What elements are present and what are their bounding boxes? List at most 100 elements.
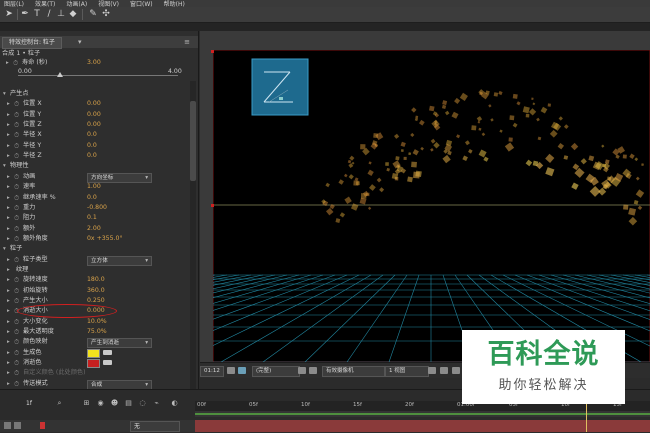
- stopwatch-icon[interactable]: ⏱: [14, 379, 19, 389]
- fast-preview-icon[interactable]: [440, 367, 448, 374]
- property-value[interactable]: 0.00: [87, 120, 101, 130]
- effect-row-subgroup[interactable]: ▸ 纹理: [0, 265, 193, 275]
- expand-arrow-icon[interactable]: ▸: [7, 99, 10, 109]
- effect-row-dropdown[interactable]: ▸ ⏱ 传送模式 合成 ▾: [0, 379, 193, 389]
- eraser-icon[interactable]: ◆: [68, 9, 78, 19]
- stopwatch-icon[interactable]: ⏱: [14, 296, 19, 306]
- effect-row-prop[interactable]: ▸ ⏱ 位置 X 0.00: [0, 99, 193, 109]
- expand-arrow-icon[interactable]: ▾: [3, 161, 6, 171]
- effect-row-prop[interactable]: ▸ ⏱ 最大透明度 75.0%: [0, 327, 193, 337]
- arrow-icon[interactable]: ➤: [4, 9, 14, 19]
- zoom-display[interactable]: 01:12: [200, 366, 224, 377]
- property-value[interactable]: 0.00: [87, 99, 101, 109]
- effect-row-prop[interactable]: ▸ ⏱ 位置 Z 0.00: [0, 120, 193, 130]
- expand-arrow-icon[interactable]: ▸: [7, 224, 10, 234]
- effect-row-dropdown[interactable]: ▸ ⏱ 动画 方向坐标 ▾: [0, 172, 193, 183]
- color-swatch[interactable]: [87, 348, 100, 358]
- effect-row-group[interactable]: ▾ 产生点: [0, 89, 193, 99]
- expand-arrow-icon[interactable]: ▸: [7, 358, 10, 368]
- effect-row-prop[interactable]: ▸ ⏱ 速率 1.00: [0, 182, 193, 192]
- property-value[interactable]: 0.00: [87, 110, 101, 120]
- expand-arrow-icon[interactable]: ▸: [7, 182, 10, 192]
- effect-row-dim[interactable]: ▸ ⏱ 自定义颜色 (此处颜色): [0, 368, 193, 378]
- composition-canvas[interactable]: [213, 50, 650, 362]
- stopwatch-icon[interactable]: ⏱: [14, 130, 19, 140]
- expand-arrow-icon[interactable]: ▸: [7, 368, 10, 378]
- layer-duration-bar[interactable]: [195, 420, 650, 432]
- expand-arrow-icon[interactable]: ▸: [7, 306, 10, 316]
- brush-icon[interactable]: /: [44, 9, 54, 19]
- effect-row-group[interactable]: ▾ 粒子: [0, 244, 193, 254]
- effect-row-prop[interactable]: ▸ ⏱ 额外 2.00: [0, 224, 193, 234]
- effect-row-prop[interactable]: ▸ ⏱ 重力 -0.800: [0, 203, 193, 213]
- expand-arrow-icon[interactable]: ▸: [7, 141, 10, 151]
- property-value[interactable]: 180.0: [87, 275, 105, 285]
- stopwatch-icon[interactable]: ⏱: [14, 120, 19, 130]
- tab-effect-controls[interactable]: 特效控制台: 粒子: [2, 37, 62, 49]
- timeline-icon[interactable]: [452, 367, 460, 374]
- layer-mode-dropdown[interactable]: 无: [130, 421, 180, 432]
- expand-arrow-icon[interactable]: ▸: [7, 317, 10, 327]
- resolution-dropdown[interactable]: (完整): [252, 366, 300, 377]
- draft-3d-icon[interactable]: ◉: [96, 399, 105, 407]
- expand-arrow-icon[interactable]: ▸: [7, 151, 10, 161]
- stopwatch-icon[interactable]: ⏱: [14, 275, 19, 285]
- stopwatch-icon[interactable]: ⏱: [14, 337, 19, 347]
- eyedropper-icon[interactable]: [103, 349, 112, 355]
- stopwatch-icon[interactable]: ⏱: [14, 141, 19, 151]
- property-value[interactable]: 0.1: [87, 213, 97, 223]
- property-value[interactable]: 0.0: [87, 151, 97, 161]
- panel-menu-icon[interactable]: ≡: [184, 36, 190, 48]
- transparency-grid-icon[interactable]: [309, 367, 317, 374]
- stopwatch-icon[interactable]: ⏱: [14, 224, 19, 234]
- graph-editor-icon[interactable]: ⌁: [152, 399, 161, 407]
- expand-arrow-icon[interactable]: ▸: [7, 172, 10, 182]
- effect-row-prop[interactable]: ▸ ⏱ 阻力 0.1: [0, 213, 193, 223]
- stopwatch-icon[interactable]: ⏱: [14, 368, 19, 378]
- stopwatch-icon[interactable]: ⏱: [14, 348, 19, 358]
- stopwatch-icon[interactable]: ⏱: [14, 110, 19, 120]
- comp-flowchart-icon[interactable]: ⊞: [82, 399, 91, 407]
- property-value[interactable]: 75.0%: [87, 327, 107, 337]
- expand-arrow-icon[interactable]: ▸: [7, 130, 10, 140]
- work-area-bar[interactable]: [195, 411, 650, 417]
- stopwatch-icon[interactable]: ⏱: [14, 182, 19, 192]
- layer-color-label[interactable]: [40, 422, 45, 429]
- effect-row-prop[interactable]: ▸ ⏱ 半径 X 0.0: [0, 130, 193, 140]
- effect-row-prop[interactable]: ▸ ⏱ 消逝大小 0.000: [0, 304, 193, 319]
- effect-row-dropdown[interactable]: ▸ ⏱ 颜色映射 产生到消逝 ▾: [0, 337, 193, 349]
- clone-stamp-icon[interactable]: ⊥: [56, 9, 66, 19]
- effect-row-prop[interactable]: ▸ ⏱ 大小变化 10.0%: [0, 317, 193, 327]
- expand-arrow-icon[interactable]: ▸: [7, 275, 10, 285]
- eyedropper-icon[interactable]: [103, 360, 112, 366]
- stopwatch-icon[interactable]: ⏱: [14, 99, 19, 109]
- property-value[interactable]: 10.0%: [87, 317, 107, 327]
- shy-layers-icon[interactable]: ☻: [110, 399, 119, 407]
- expand-arrow-icon[interactable]: ▸: [7, 193, 10, 203]
- effect-row-prop[interactable]: ▸ ⏱ 继承速率 % 0.0: [0, 193, 193, 203]
- stopwatch-icon[interactable]: ⏱: [14, 327, 19, 337]
- expand-arrow-icon[interactable]: ▸: [7, 286, 10, 296]
- slider-track[interactable]: [18, 75, 178, 76]
- stopwatch-icon[interactable]: ⏱: [14, 358, 19, 368]
- timecode-display[interactable]: 1f: [26, 400, 32, 407]
- motion-blur-icon[interactable]: ◌: [138, 399, 147, 407]
- expand-arrow-icon[interactable]: ▾: [3, 244, 6, 254]
- expand-arrow-icon[interactable]: ▸: [7, 327, 10, 337]
- expand-arrow-icon[interactable]: ▸: [7, 213, 10, 223]
- expand-arrow-icon[interactable]: ▸: [7, 296, 10, 306]
- stopwatch-icon[interactable]: ⏱: [14, 286, 19, 296]
- effect-row-prop[interactable]: ▸ ⏱ 半径 Z 0.0: [0, 151, 193, 161]
- expand-arrow-icon[interactable]: ▸: [7, 265, 10, 275]
- work-area-range[interactable]: [195, 413, 650, 415]
- stopwatch-icon[interactable]: ⏱: [14, 234, 19, 244]
- expand-arrow-icon[interactable]: ▸: [7, 234, 10, 244]
- camera-dropdown[interactable]: 有效摄像机: [322, 366, 385, 377]
- stopwatch-icon[interactable]: ⏱: [14, 172, 19, 182]
- scrollbar-thumb[interactable]: [190, 101, 196, 181]
- property-value[interactable]: 0x +355.0°: [87, 234, 123, 244]
- property-value[interactable]: 1.00: [87, 182, 101, 192]
- roto-brush-icon[interactable]: ✎: [88, 9, 98, 19]
- stopwatch-icon[interactable]: ⏱: [14, 317, 19, 327]
- stopwatch-icon[interactable]: ⏱: [14, 255, 19, 265]
